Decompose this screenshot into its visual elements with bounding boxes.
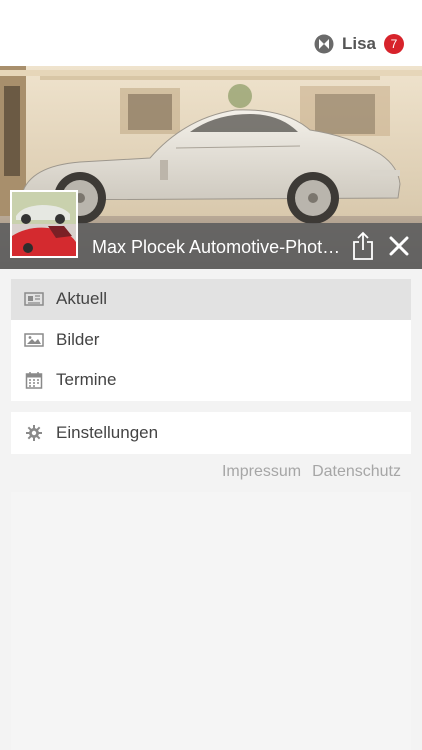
menu-item-aktuell[interactable]: Aktuell (11, 279, 411, 320)
settings-menu: Einstellungen (11, 412, 411, 454)
image-icon (24, 330, 44, 350)
page-title: Max Plocek Automotive-Photo... (92, 237, 344, 257)
user-menu[interactable]: Lisa 7 (314, 32, 404, 56)
menu-item-label: Termine (56, 370, 117, 390)
newspaper-icon (24, 289, 44, 309)
main-menu: Aktuell Bilder Termine (11, 279, 411, 401)
menu-item-bilder[interactable]: Bilder (11, 320, 411, 361)
top-bar: Lisa 7 (0, 0, 422, 66)
user-logo-icon (314, 34, 334, 54)
menu-item-label: Einstellungen (56, 423, 159, 442)
menu-item-label: Bilder (56, 329, 100, 349)
notification-badge[interactable]: 7 (384, 34, 404, 54)
footer-links: Impressum Datenschutz (222, 463, 401, 481)
gear-icon (24, 423, 44, 443)
empty-content-area (11, 492, 411, 750)
impressum-link[interactable]: Impressum (222, 463, 301, 481)
close-icon[interactable] (388, 235, 410, 257)
menu-item-label: Aktuell (56, 289, 108, 309)
user-name: Lisa (341, 34, 376, 53)
calendar-icon (24, 370, 44, 390)
menu-item-einstellungen[interactable]: Einstellungen (11, 412, 411, 454)
hero-banner: Max Plocek Automotive-Photo... (0, 66, 422, 269)
share-icon[interactable] (350, 231, 376, 261)
datenschutz-link[interactable]: Datenschutz (312, 463, 401, 481)
profile-thumbnail (10, 190, 78, 258)
menu-item-termine[interactable]: Termine (11, 360, 411, 401)
